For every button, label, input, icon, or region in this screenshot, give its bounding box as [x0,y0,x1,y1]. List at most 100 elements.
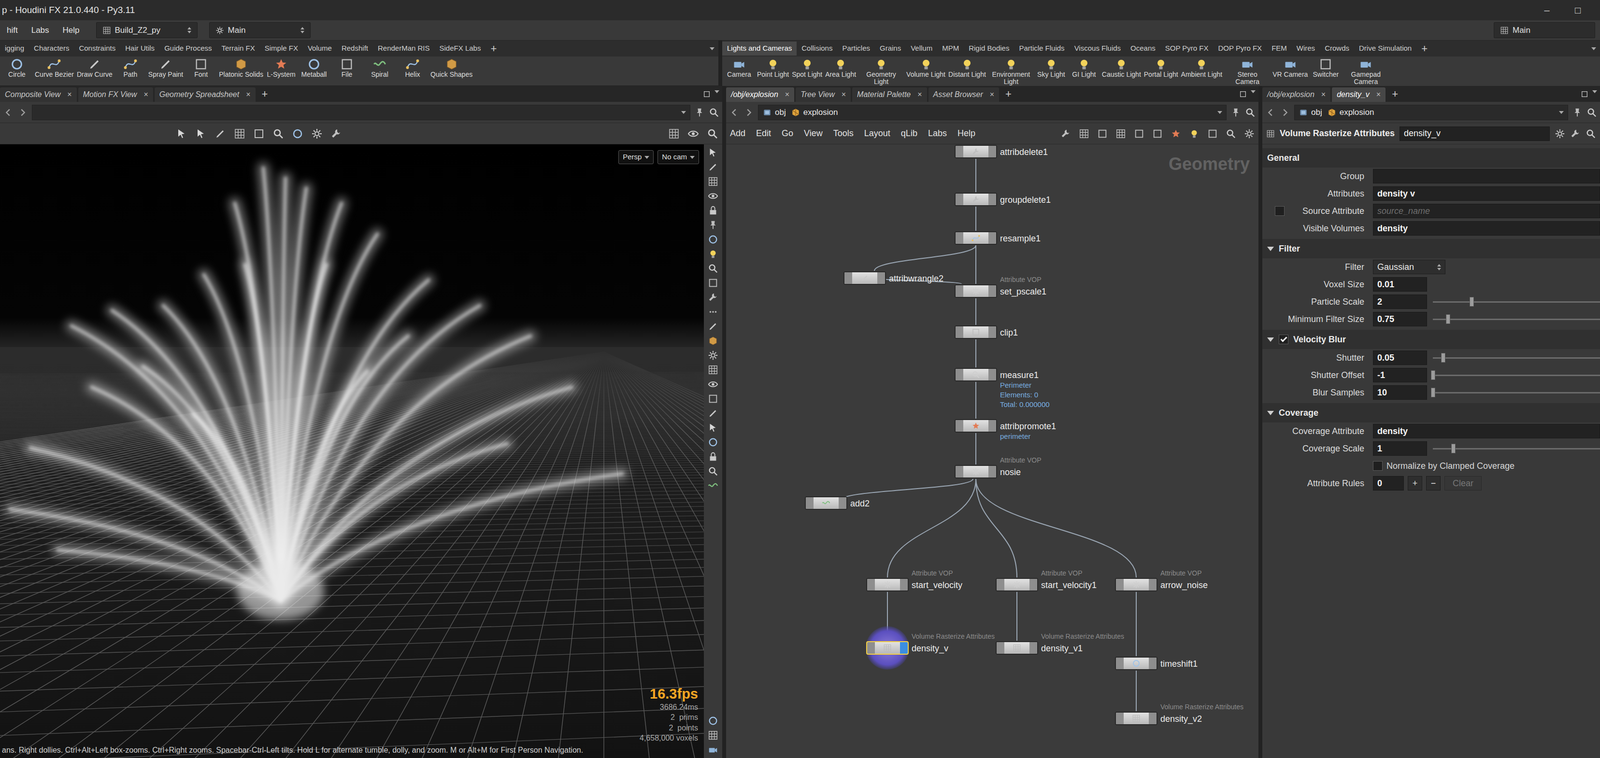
display-flag[interactable] [900,579,908,591]
cube-icon[interactable] [707,335,719,347]
shelf-tool[interactable]: Environment Light [988,57,1034,86]
shelf-tab[interactable]: FEM [1266,41,1292,56]
network-menu-item[interactable]: Labs [928,127,947,141]
shelf-tab[interactable]: SideFX Labs [434,41,486,56]
bypass-flag[interactable] [955,232,964,244]
shelf-tool[interactable]: Font [185,57,216,79]
network-canvas[interactable]: Geometryattribdelete1groupdelete1resampl… [726,144,1259,758]
magnify-icon[interactable] [1225,128,1237,140]
slider-track[interactable] [1432,301,1600,303]
cursor-icon[interactable] [707,422,719,434]
shelf-tool[interactable]: Spray Paint [148,57,184,79]
eye-icon[interactable] [687,128,700,140]
search-icon[interactable] [1585,128,1597,140]
cam-menu[interactable]: No cam [657,150,700,165]
node-name[interactable]: density_v [911,642,949,656]
shelf-tool[interactable]: Distant Light [948,57,986,79]
slider-track[interactable] [1432,357,1600,359]
close-tab-button[interactable]: × [841,88,846,101]
network-node[interactable] [954,144,998,159]
network-node[interactable] [954,325,998,340]
shelf-tab[interactable]: Lights and Cameras [722,41,797,56]
shelf-tab[interactable]: Terrain FX [216,41,260,56]
bypass-flag[interactable] [996,579,1005,591]
network-node[interactable] [1114,657,1158,671]
shelf-tab[interactable]: Grains [874,41,906,56]
network-menu-item[interactable]: Go [781,127,794,141]
circle-icon[interactable] [291,128,304,140]
slider-handle[interactable] [1469,297,1474,307]
node-name[interactable]: density_v1 [1041,642,1083,656]
wrench-icon[interactable] [1060,128,1072,140]
box-icon[interactable] [253,128,265,140]
close-tab-button[interactable]: × [917,88,922,101]
bypass-flag[interactable] [867,579,875,591]
shelf-tab[interactable]: DOP Pyro FX [1213,41,1268,56]
text-field[interactable]: density [1372,221,1600,236]
multiparm-button[interactable]: + [1407,476,1423,491]
add-shelf-button[interactable]: + [485,40,502,57]
bypass-flag[interactable] [955,285,964,298]
shelf-tool[interactable]: Path [115,57,146,79]
shelf-tab[interactable]: Particle Fluids [1014,41,1070,56]
path-crumb[interactable]: explosion [790,106,839,119]
shelf-tab[interactable]: Collisions [796,41,838,56]
section-header[interactable]: Velocity Blur [1262,329,1600,350]
slider-track[interactable] [1432,392,1600,394]
grid-icon[interactable] [707,364,719,376]
forward-icon[interactable] [17,107,29,118]
shelf-tool[interactable]: GI Light [1069,57,1100,79]
cursor-icon[interactable] [175,128,188,140]
display-flag[interactable] [988,232,997,244]
pane-tab[interactable]: Asset Browser× [928,87,1000,102]
camera-icon[interactable] [707,744,719,756]
pen-icon[interactable] [214,128,227,140]
display-flag[interactable] [838,497,847,510]
pane-tab[interactable]: density_v× [1331,87,1386,102]
network-node[interactable] [954,231,998,245]
network-node[interactable] [995,578,1039,592]
bypass-flag[interactable] [867,642,875,655]
node-name[interactable]: attribdelete1 [1000,145,1048,159]
node-name[interactable]: groupdelete1 [1000,193,1051,207]
add-tab-button[interactable]: + [257,85,273,102]
checkbox[interactable] [1372,461,1383,472]
lock-icon[interactable] [707,451,719,463]
slider-track[interactable] [1432,318,1600,321]
shelf-tab[interactable]: Rigid Bodies [963,41,1015,56]
grid-icon[interactable] [233,128,246,140]
add-tab-button[interactable]: + [1386,85,1403,102]
shelf-tool[interactable]: File [331,57,362,79]
pane-tab[interactable]: /obj/explosion× [1262,87,1331,102]
fold-arrow[interactable] [1267,411,1274,416]
shelf-tool[interactable]: Metaball [299,57,329,79]
network-node[interactable] [954,284,998,299]
number-field[interactable]: 2 [1372,294,1428,310]
viewport-scene[interactable] [0,144,704,758]
box-icon[interactable] [707,393,719,405]
shelf-tab[interactable]: igging [0,41,29,56]
node-name[interactable]: set_pscale1 [1000,285,1047,299]
maximize-icon[interactable] [1580,90,1589,99]
shelf-tab[interactable]: Viscous Fluids [1069,41,1126,56]
desktop-select[interactable]: Build_Z2_py [96,22,198,39]
shelf-tool[interactable]: Geometry Light [858,57,904,86]
number-field[interactable]: -1 [1372,368,1428,383]
shelf-tab[interactable]: Vellum [905,41,938,56]
shelf-tool[interactable]: Volume Light [906,57,946,79]
eye-icon[interactable] [707,379,719,390]
window-control[interactable]: □ [1562,2,1594,18]
dots-icon[interactable] [707,306,719,318]
maximize-icon[interactable] [702,90,711,99]
shelf-tool[interactable]: Helix [397,57,428,79]
grid-icon[interactable] [1115,128,1127,140]
box-icon[interactable] [1152,128,1163,140]
shelf-tab[interactable]: Drive Simulation [1354,41,1417,56]
bypass-flag[interactable] [955,369,964,381]
source-attribute-field[interactable] [1372,203,1600,219]
grid-icon[interactable] [707,176,719,187]
network-menu-item[interactable]: Layout [864,127,891,141]
gear-icon[interactable] [707,350,719,361]
shelf-tool[interactable]: Sky Light [1036,57,1067,79]
display-flag[interactable] [1029,642,1038,655]
